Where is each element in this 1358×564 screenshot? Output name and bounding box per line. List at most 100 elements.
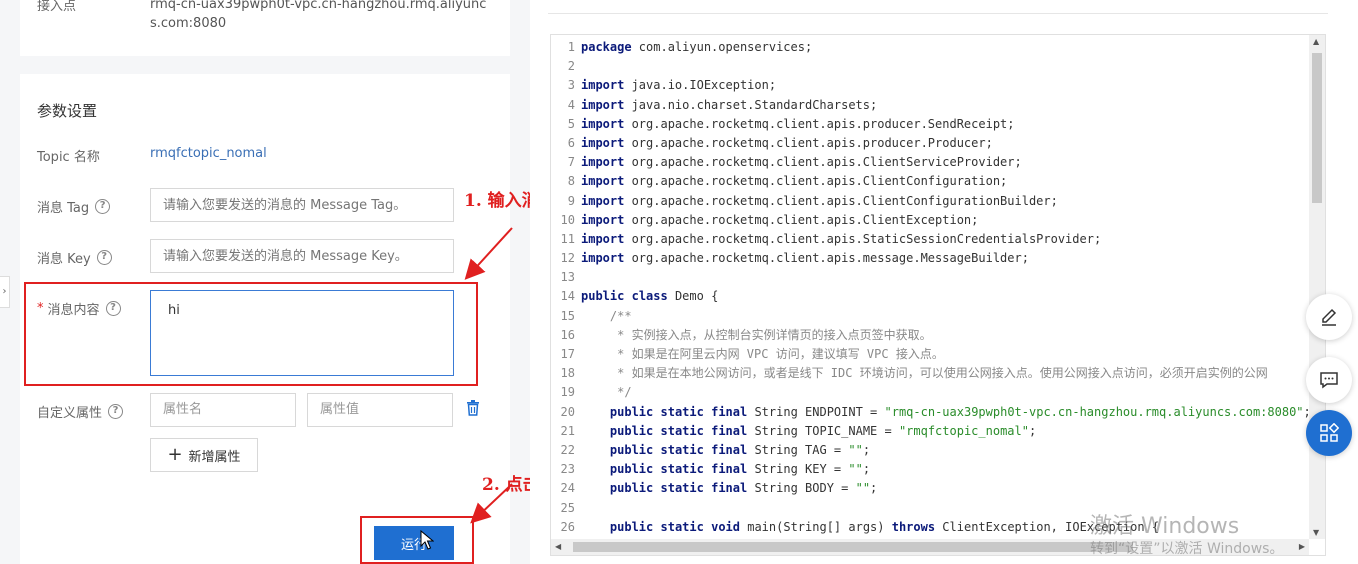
tag-label-text: 消息 Tag — [37, 201, 90, 216]
code-text: public static void main(String[] args) t… — [609, 519, 1160, 534]
code-text: package com.aliyun.openservices; — [581, 40, 813, 54]
code-text: import org.apache.rocketmq.client.apis.p… — [581, 135, 993, 150]
line-number: 11 — [560, 231, 575, 246]
code-line: 17 * 如果是在阿里云内网 VPC 访问，建议填写 VPC 接入点。 — [551, 345, 1309, 364]
code-line: 20 public static final String ENDPOINT =… — [551, 403, 1311, 422]
code-line: 2 — [551, 57, 1309, 76]
comment-icon — [1320, 372, 1338, 389]
key-label: 消息 Key ? — [37, 248, 112, 267]
code-panel: 1 package com.aliyun.openservices; 2 3 impor… — [530, 0, 1358, 564]
plus-icon: + — [167, 444, 183, 465]
horizontal-scroll-thumb[interactable] — [573, 542, 1133, 552]
code-line: 10 import org.apache.rocketmq.client.apis… — [551, 211, 1309, 230]
code-text: public static final String ENDPOINT = "r… — [609, 404, 1311, 419]
code-text: import org.apache.rocketmq.client.apis.C… — [581, 155, 1022, 170]
add-attribute-button[interactable]: + 新增属性 — [150, 438, 258, 472]
code-line: 16 * 实例接入点，从控制台实例详情页的接入点页签中获取。 — [551, 326, 1309, 345]
line-number: 24 — [560, 481, 575, 496]
code-line: 23 public static final String KEY = ""; — [551, 460, 1309, 479]
line-number: 4 — [567, 97, 575, 112]
code-text: public static final String TAG = ""; — [609, 442, 871, 457]
line-number: 14 — [560, 289, 575, 304]
code-text: public static final String BODY = ""; — [609, 481, 878, 496]
code-line: 13 — [551, 268, 1309, 287]
tag-input[interactable] — [150, 188, 454, 222]
line-number: 6 — [567, 135, 575, 150]
vertical-scroll-thumb[interactable] — [1312, 53, 1322, 203]
code-editor[interactable]: 1 package com.aliyun.openservices; 2 3 impor… — [550, 34, 1326, 556]
code-text: import java.io.IOException; — [581, 78, 777, 93]
scroll-up-icon[interactable]: ▲ — [1313, 37, 1319, 46]
comment-float-button[interactable] — [1306, 357, 1352, 403]
code-tabs-strip — [548, 0, 1328, 14]
line-number: 21 — [560, 423, 575, 438]
help-icon[interactable]: ? — [96, 250, 112, 265]
line-number: 2 — [567, 59, 575, 74]
endpoint-card: 接入点 rmq-cn-uax39pwph0t-vpc.cn-hangzhou.r… — [20, 0, 510, 56]
line-number: 25 — [560, 500, 575, 515]
code-text: import java.nio.charset.StandardCharsets… — [581, 97, 878, 112]
apps-icon — [1320, 423, 1339, 442]
line-number: 12 — [560, 251, 575, 266]
line-number: 17 — [560, 347, 575, 361]
code-text: * 如果是在本地公网访问，或者是线下 IDC 环境访问，可以使用公网接入点。使用… — [581, 366, 1268, 381]
line-number: 22 — [560, 442, 575, 457]
scroll-down-icon[interactable]: ▼ — [1313, 528, 1319, 537]
line-number: 16 — [560, 327, 575, 342]
line-number: 8 — [567, 174, 575, 189]
code-text: public class Demo { — [581, 289, 719, 304]
line-number: 19 — [560, 385, 575, 400]
code-line: 4 import java.nio.charset.StandardCharset… — [551, 96, 1309, 115]
line-number: 23 — [560, 462, 575, 477]
line-number: 5 — [567, 116, 575, 131]
scroll-left-icon[interactable]: ◀ — [555, 542, 561, 551]
code-text: import org.apache.rocketmq.client.apis.C… — [581, 212, 979, 227]
code-line: 15 /** — [551, 307, 1309, 326]
topic-label: Topic 名称 — [37, 146, 100, 165]
custom-attr-label: 自定义属性 ? — [37, 402, 124, 421]
line-number: 1 — [567, 40, 575, 54]
code-text: * 实例接入点，从控制台实例详情页的接入点页签中获取。 — [581, 327, 932, 342]
code-line: 24 public static final String BODY = ""; — [551, 479, 1309, 498]
line-number: 7 — [567, 155, 575, 170]
key-input[interactable] — [150, 239, 454, 273]
code-line: 3 import java.io.IOException; — [551, 76, 1309, 95]
custom-attr-label-text: 自定义属性 — [37, 406, 103, 421]
code-line: 19 */ — [551, 383, 1309, 402]
code-lines: 1 package com.aliyun.openservices; 2 3 impor… — [551, 38, 1311, 555]
line-number: 26 — [560, 519, 575, 534]
topic-value: rmqfctopic_nomal — [150, 146, 267, 161]
attr-value-input[interactable]: 属性值 — [307, 393, 453, 427]
code-text: * 如果是在阿里云内网 VPC 访问，建议填写 VPC 接入点。 — [581, 347, 944, 361]
edit-icon — [1322, 308, 1337, 326]
code-line: 12 import org.apache.rocketmq.client.apis… — [551, 249, 1309, 268]
code-line: 14 public class Demo { — [551, 287, 1309, 306]
code-text: import org.apache.rocketmq.client.apis.m… — [581, 251, 1029, 266]
code-line: 11 import org.apache.rocketmq.client.apis… — [551, 230, 1309, 249]
collapse-handle-icon[interactable]: › — [0, 276, 10, 308]
code-text: import org.apache.rocketmq.client.apis.p… — [581, 116, 1015, 131]
vertical-scrollbar[interactable]: ▲ ▼ — [1309, 35, 1325, 539]
edit-float-button[interactable] — [1306, 294, 1352, 340]
help-icon[interactable]: ? — [95, 199, 111, 214]
code-line: 8 import org.apache.rocketmq.client.apis.… — [551, 172, 1309, 191]
code-line: 7 import org.apache.rocketmq.client.apis.… — [551, 153, 1309, 172]
highlight-box-message — [24, 282, 478, 386]
section-title: 参数设置 — [37, 102, 98, 120]
line-number: 15 — [560, 308, 575, 323]
code-text: import org.apache.rocketmq.client.apis.S… — [581, 231, 1102, 246]
code-text: /** — [581, 308, 632, 323]
line-number: 18 — [560, 366, 575, 381]
apps-float-button[interactable] — [1306, 410, 1352, 456]
highlight-box-run — [360, 516, 474, 564]
code-text: import org.apache.rocketmq.client.apis.C… — [581, 174, 1008, 189]
code-line: 5 import org.apache.rocketmq.client.apis.… — [551, 115, 1309, 134]
code-line: 22 public static final String TAG = ""; — [551, 441, 1309, 460]
trash-icon[interactable] — [466, 400, 480, 416]
scroll-right-icon[interactable]: ▶ — [1299, 542, 1305, 551]
code-text: */ — [581, 385, 632, 400]
attr-name-input[interactable]: 属性名 — [150, 393, 296, 427]
help-icon[interactable]: ? — [108, 404, 124, 419]
line-number: 20 — [560, 404, 575, 419]
code-line: 6 import org.apache.rocketmq.client.apis.… — [551, 134, 1309, 153]
